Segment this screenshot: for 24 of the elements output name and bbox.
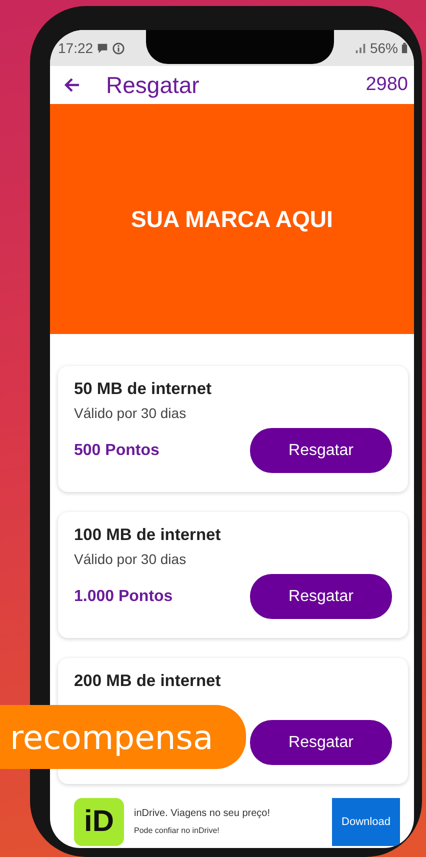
signal-icon xyxy=(354,42,367,54)
screen-title: Resgatar xyxy=(106,72,200,98)
status-time: 17:22 xyxy=(58,40,94,56)
reward-title: 50 MB de internet xyxy=(74,380,213,399)
download-button[interactable]: Download xyxy=(332,798,400,846)
info-icon xyxy=(112,42,126,54)
reward-title: 100 MB de internet xyxy=(74,526,222,545)
validity-text: Válido por 30 dias xyxy=(74,551,188,568)
validity-text: Válido por 30 dias xyxy=(74,405,188,422)
overlay-label: recompensa xyxy=(0,705,246,769)
app-logo: iD xyxy=(74,798,124,846)
battery-icon xyxy=(401,42,408,54)
ad-headline: inDrive. Viagens no seu preço! xyxy=(134,808,272,819)
points-cost: 500 Pontos xyxy=(74,442,160,460)
points-cost: 1.000 Pontos xyxy=(74,588,173,606)
reward-title: 200 MB de internet xyxy=(74,672,222,691)
chat-icon xyxy=(96,42,110,54)
ad-tagline: Pode confiar no inDrive! xyxy=(134,826,220,835)
points-balance: 2980 xyxy=(366,74,408,96)
redeem-button[interactable]: Resgatar xyxy=(250,720,392,765)
battery-percent: 56% xyxy=(370,40,398,56)
redeem-button[interactable]: Resgatar xyxy=(250,574,392,619)
banner-text: SUA MARCA AQUI xyxy=(131,206,333,232)
redeem-button[interactable]: Resgatar xyxy=(250,428,392,473)
